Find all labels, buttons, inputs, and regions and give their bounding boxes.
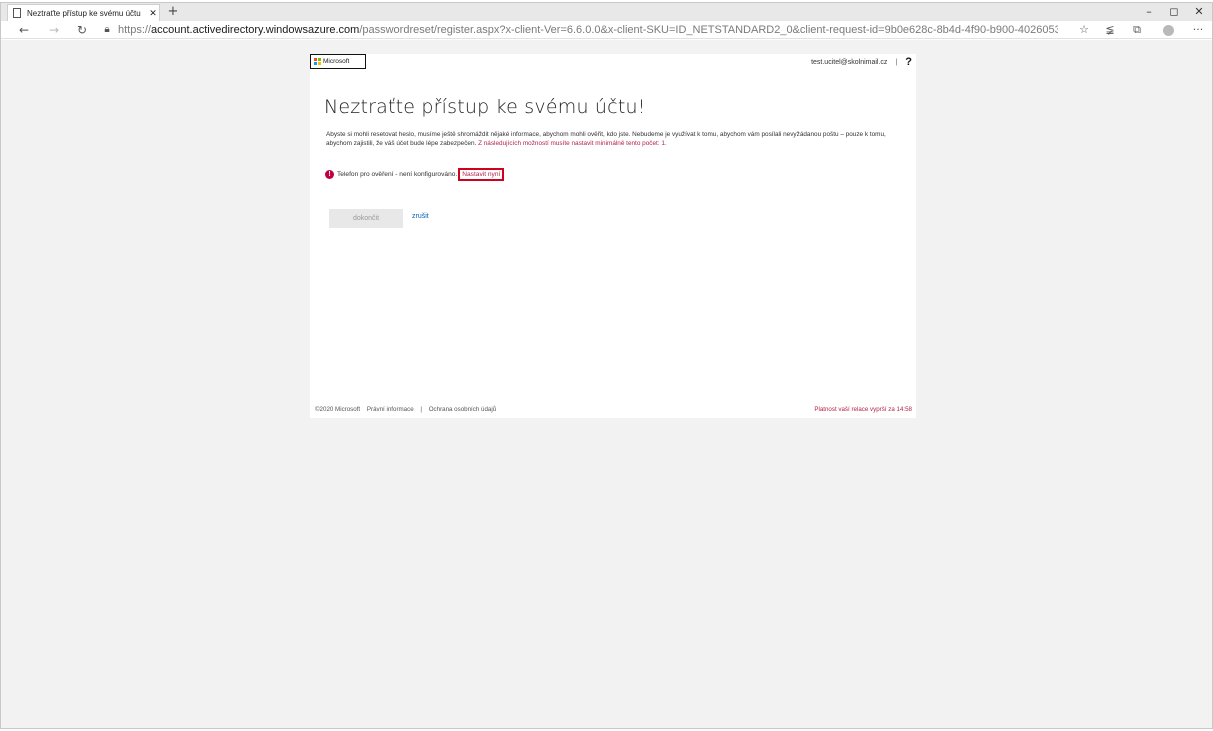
warning-icon: ! bbox=[325, 170, 334, 179]
close-window-button[interactable]: ✕ bbox=[1188, 4, 1210, 20]
page-icon bbox=[13, 8, 21, 18]
help-icon[interactable]: ? bbox=[905, 56, 912, 68]
user-info: test.ucitel@skolnimail.cz | ? bbox=[811, 56, 912, 68]
url-host: account.activedirectory.windowsazure.com bbox=[151, 24, 360, 36]
maximize-button[interactable]: ◻ bbox=[1163, 4, 1185, 20]
intro-text: Abyste si mohli resetovat heslo, musíme … bbox=[326, 130, 901, 148]
url-path: /passwordreset/register.aspx?x-client-Ve… bbox=[359, 24, 1058, 36]
page-viewport: Microsoft test.ucitel@skolnimail.cz | ? … bbox=[1, 40, 1212, 728]
setup-now-link[interactable]: Nastavit nyní bbox=[458, 168, 505, 181]
favorites-list-icon[interactable]: ≨ bbox=[1101, 22, 1119, 38]
session-notice: Platnost vaší relace vyprší za 14:58 bbox=[814, 406, 912, 413]
back-arrow-icon[interactable]: ← bbox=[15, 22, 33, 38]
header-separator: | bbox=[895, 58, 898, 66]
intro-requirement: Z následujících možností musíte nastavit… bbox=[478, 140, 667, 147]
profile-avatar[interactable] bbox=[1163, 25, 1174, 36]
cancel-link[interactable]: zrušit bbox=[412, 213, 429, 220]
url-prefix: https:// bbox=[118, 24, 152, 36]
lock-icon[interactable]: 🔒︎ bbox=[101, 22, 113, 38]
more-menu-icon[interactable]: ··· bbox=[1189, 22, 1207, 38]
tab-strip: Neztraťte přístup ke svému účtu ✕ + – ◻ … bbox=[1, 3, 1212, 21]
tab-close-icon[interactable]: ✕ bbox=[147, 8, 159, 19]
tab-title: Neztraťte přístup ke svému účtu bbox=[27, 8, 141, 18]
tab-active[interactable]: Neztraťte přístup ke svému účtu ✕ bbox=[7, 4, 160, 21]
forward-arrow-icon[interactable]: → bbox=[45, 22, 63, 38]
browser-window: Neztraťte přístup ke svému účtu ✕ + – ◻ … bbox=[0, 2, 1213, 729]
logo-text: Microsoft bbox=[323, 58, 350, 65]
microsoft-logo: Microsoft bbox=[310, 54, 366, 69]
finish-button[interactable]: dokončit bbox=[329, 209, 403, 228]
phone-method-row: ! Telefon pro ověření - není konfigurová… bbox=[325, 168, 505, 181]
legal-link[interactable]: Právní informace bbox=[367, 406, 414, 413]
new-tab-button[interactable]: + bbox=[166, 4, 180, 20]
url-field[interactable]: https://account.activedirectory.windowsa… bbox=[118, 22, 1058, 38]
footer-left: ©2020 Microsoft Právní informace | Ochra… bbox=[315, 406, 501, 413]
user-email: test.ucitel@skolnimail.cz bbox=[811, 58, 888, 66]
address-bar: ← → ↻ 🔒︎ https://account.activedirectory… bbox=[1, 21, 1212, 39]
footer-divider: | bbox=[420, 406, 422, 413]
registration-panel: Microsoft test.ucitel@skolnimail.cz | ? … bbox=[310, 54, 916, 418]
copyright: ©2020 Microsoft bbox=[315, 406, 361, 413]
phone-status: Telefon pro ověření - není konfigurováno… bbox=[337, 171, 458, 178]
refresh-icon[interactable]: ↻ bbox=[73, 22, 91, 38]
microsoft-squares-icon bbox=[314, 58, 321, 65]
favorite-star-icon[interactable]: ☆ bbox=[1075, 22, 1093, 38]
collections-icon[interactable]: ⧉ bbox=[1128, 22, 1146, 38]
page-title: Neztraťte přístup ke svému účtu! bbox=[324, 96, 646, 118]
footer: ©2020 Microsoft Právní informace | Ochra… bbox=[310, 406, 916, 416]
minimize-button[interactable]: – bbox=[1138, 4, 1160, 20]
privacy-link[interactable]: Ochrana osobních údajů bbox=[429, 406, 496, 413]
